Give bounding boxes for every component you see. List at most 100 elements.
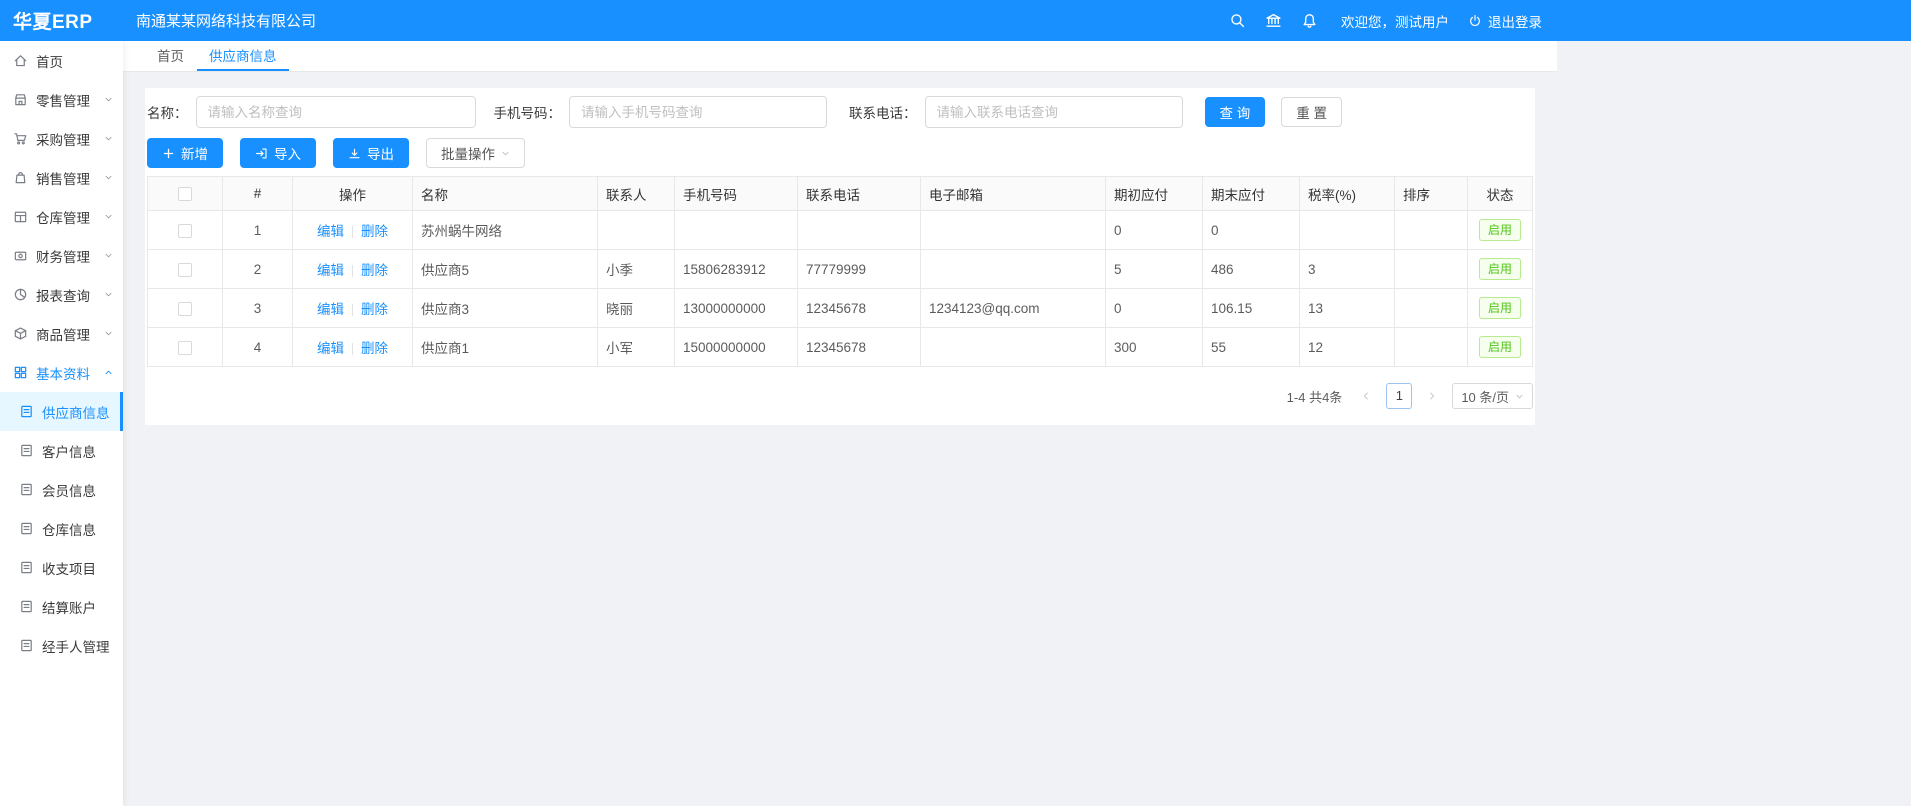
column-header-email: 电子邮箱 — [921, 177, 1106, 211]
tab-supplier-info[interactable]: 供应商信息 — [197, 41, 289, 71]
sidebar-item-label: 仓库信息 — [42, 519, 96, 539]
select-all-cell — [148, 177, 223, 211]
search-button[interactable]: 查 询 — [1205, 97, 1266, 127]
batch-actions-button[interactable]: 批量操作 — [426, 138, 525, 168]
cell-name: 供应商1 — [413, 328, 598, 367]
name-filter-input[interactable] — [196, 96, 476, 128]
import-button-label: 导入 — [274, 143, 301, 163]
app-logo[interactable]: 华夏ERP — [0, 7, 123, 34]
row-select-cell — [148, 328, 223, 367]
supplier-panel: 名称： 手机号码： 联系电话： 查 询 重 置 新增 — [145, 88, 1535, 425]
chevron-down-icon — [104, 290, 113, 299]
row-select-cell — [148, 250, 223, 289]
cell-contact: 晓丽 — [598, 289, 675, 328]
sidebar-item-label: 基本资料 — [36, 363, 90, 383]
phone-filter-input[interactable] — [569, 96, 827, 128]
sidebar-item-income-expense[interactable]: 收支项目 — [0, 548, 123, 587]
logout-button[interactable]: 退出登录 — [1468, 11, 1542, 31]
sidebar-item-finance[interactable]: 财务管理 — [0, 236, 123, 275]
sidebar-item-sales[interactable]: 销售管理 — [0, 158, 123, 197]
sidebar-item-customer-info[interactable]: 客户信息 — [0, 431, 123, 470]
row-select-cell — [148, 289, 223, 328]
sidebar-item-retail[interactable]: 零售管理 — [0, 80, 123, 119]
sidebar-item-basic[interactable]: 基本资料 — [0, 353, 123, 392]
row-checkbox[interactable] — [178, 263, 192, 277]
divider — [352, 265, 353, 277]
delete-link[interactable]: 删除 — [361, 341, 388, 356]
sidebar-item-home[interactable]: 首页 — [0, 41, 123, 80]
sidebar-item-handler-management[interactable]: 经手人管理 — [0, 626, 123, 665]
search-button-label: 查 询 — [1220, 102, 1251, 122]
sidebar-item-label: 收支项目 — [42, 558, 96, 578]
column-header-phone: 手机号码 — [675, 177, 798, 211]
doc-icon — [19, 482, 34, 497]
row-checkbox[interactable] — [178, 302, 192, 316]
sidebar-item-label: 供应商信息 — [42, 402, 110, 422]
row-checkbox[interactable] — [178, 224, 192, 238]
cell-ops: 编辑 删除 — [293, 250, 413, 289]
next-page-button[interactable] — [1420, 384, 1444, 408]
sidebar-item-report[interactable]: 报表查询 — [0, 275, 123, 314]
cell-name: 供应商3 — [413, 289, 598, 328]
sidebar-item-member-info[interactable]: 会员信息 — [0, 470, 123, 509]
delete-link[interactable]: 删除 — [361, 263, 388, 278]
cell-begin: 0 — [1106, 289, 1203, 328]
page-number-button[interactable]: 1 — [1386, 383, 1412, 409]
cell-sort — [1395, 289, 1468, 328]
bank-icon[interactable] — [1265, 12, 1282, 29]
cell-name: 苏州蜗牛网络 — [413, 211, 598, 250]
cell-ops: 编辑 删除 — [293, 289, 413, 328]
edit-link[interactable]: 编辑 — [317, 263, 344, 278]
search-icon[interactable] — [1229, 12, 1246, 29]
edit-link[interactable]: 编辑 — [317, 302, 344, 317]
tel-filter-input[interactable] — [925, 96, 1183, 128]
tab-bar: 首页供应商信息 — [123, 41, 1557, 72]
sidebar-item-label: 经手人管理 — [42, 636, 110, 656]
toolbar: 新增 导入 导出 批量操作 — [147, 138, 1533, 168]
sales-icon — [13, 170, 28, 185]
cell-sort — [1395, 250, 1468, 289]
delete-link[interactable]: 删除 — [361, 224, 388, 239]
row-checkbox[interactable] — [178, 341, 192, 355]
import-icon — [255, 147, 268, 160]
column-header-tax: 税率(%) — [1300, 177, 1395, 211]
edit-link[interactable]: 编辑 — [317, 341, 344, 356]
cell-sort — [1395, 211, 1468, 250]
cell-email — [921, 211, 1106, 250]
chevron-down-icon — [104, 212, 113, 221]
chevron-down-icon — [1515, 392, 1524, 401]
sidebar-item-warehouse[interactable]: 仓库管理 — [0, 197, 123, 236]
name-filter-label: 名称： — [147, 102, 188, 122]
export-button[interactable]: 导出 — [333, 138, 409, 168]
chevron-up-icon — [104, 368, 113, 377]
reset-button[interactable]: 重 置 — [1281, 97, 1342, 127]
doc-icon — [19, 638, 34, 653]
tab-home[interactable]: 首页 — [145, 41, 196, 71]
select-all-checkbox[interactable] — [178, 187, 192, 201]
edit-link[interactable]: 编辑 — [317, 224, 344, 239]
sidebar-item-goods[interactable]: 商品管理 — [0, 314, 123, 353]
sidebar-item-warehouse-info[interactable]: 仓库信息 — [0, 509, 123, 548]
bell-icon[interactable] — [1301, 12, 1318, 29]
delete-link[interactable]: 删除 — [361, 302, 388, 317]
cell-name: 供应商5 — [413, 250, 598, 289]
sidebar-item-label: 会员信息 — [42, 480, 96, 500]
doc-icon — [19, 404, 34, 419]
cell-contact: 小军 — [598, 328, 675, 367]
import-button[interactable]: 导入 — [240, 138, 316, 168]
sidebar-item-purchase[interactable]: 采购管理 — [0, 119, 123, 158]
column-header-status: 状态 — [1468, 177, 1533, 211]
sidebar-item-label: 采购管理 — [36, 129, 90, 149]
top-header: 华夏ERP 南通某某网络科技有限公司 欢迎您，测试用户 退出登录 — [0, 0, 1911, 41]
status-badge: 启用 — [1479, 336, 1521, 358]
prev-page-button[interactable] — [1354, 384, 1378, 408]
sidebar-item-supplier-info[interactable]: 供应商信息 — [0, 392, 123, 431]
column-header-end: 期末应付 — [1203, 177, 1300, 211]
sidebar-item-settlement-account[interactable]: 结算账户 — [0, 587, 123, 626]
sidebar-item-label: 客户信息 — [42, 441, 96, 461]
add-button[interactable]: 新增 — [147, 138, 223, 168]
cell-phone — [675, 211, 798, 250]
page-size-select[interactable]: 10 条/页 — [1452, 383, 1533, 409]
topbar-actions: 欢迎您，测试用户 退出登录 — [1229, 11, 1556, 31]
cell-sort — [1395, 328, 1468, 367]
